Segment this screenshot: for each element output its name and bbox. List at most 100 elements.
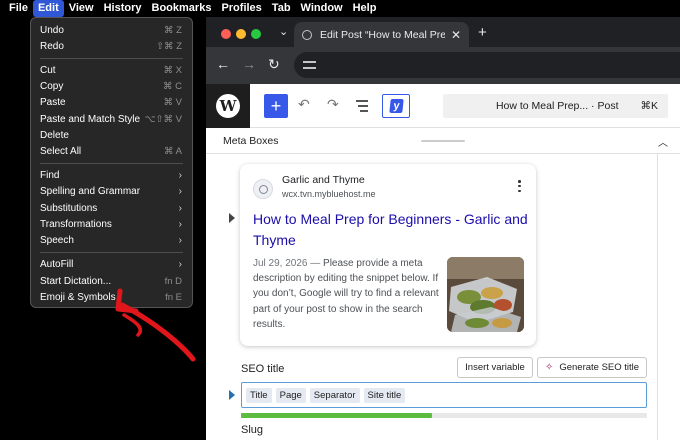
window-minimize-button[interactable] xyxy=(236,29,246,39)
seo-title-input[interactable]: Title Page Separator Site title xyxy=(241,382,647,408)
chevron-right-icon: › xyxy=(178,259,182,271)
yoast-panel: Garlic and Thyme wcx.tvn.mybluehost.me H… xyxy=(206,154,680,440)
window-close-button[interactable] xyxy=(221,29,231,39)
menu-item-shortcut: ⇧⌘ Z xyxy=(156,40,182,52)
meta-boxes-label: Meta Boxes xyxy=(223,135,279,147)
generate-seo-title-button[interactable]: ✧ Generate SEO title xyxy=(537,357,647,378)
input-pointer-icon xyxy=(229,390,235,400)
menu-separator xyxy=(40,163,183,165)
menu-item-shortcut: ⌘ C xyxy=(163,81,182,93)
undo-button[interactable]: ↶ xyxy=(298,96,310,113)
menu-item-label: Paste and Match Style xyxy=(40,113,141,125)
preview-thumbnail-image xyxy=(447,257,524,332)
variable-pill[interactable]: Title xyxy=(246,387,272,403)
preview-date: Jul 29, 2026 — xyxy=(253,258,321,269)
menu-item-spelling-and-grammar[interactable]: Spelling and Grammar › xyxy=(31,184,192,200)
reload-button[interactable]: ↻ xyxy=(268,56,280,73)
variable-pill[interactable]: Separator xyxy=(309,387,360,403)
menu-item-label: Select All xyxy=(40,146,82,157)
chevron-right-icon: › xyxy=(178,186,182,198)
menu-item-label: Copy xyxy=(40,81,64,93)
wordpress-logo-button[interactable]: W xyxy=(206,84,250,128)
menu-item-label: Delete xyxy=(40,129,69,141)
variable-pill[interactable]: Page xyxy=(275,387,306,403)
browser-tab[interactable]: Edit Post “How to Meal Prep fo ✕ xyxy=(294,22,469,47)
menu-item-undo[interactable]: Undo ⌘ Z xyxy=(31,22,192,38)
menu-item-transformations[interactable]: Transformations › xyxy=(31,216,192,232)
menu-item-delete[interactable]: Delete xyxy=(31,127,192,143)
editor-toolbar: W + ↶ ↷ y How to Meal Prep... · Post ⌘K xyxy=(206,84,680,128)
resize-handle[interactable] xyxy=(421,140,465,142)
forward-button[interactable]: → xyxy=(242,56,256,72)
site-settings-icon[interactable] xyxy=(303,59,316,71)
menu-item-label: Transformations xyxy=(40,218,112,230)
chevron-right-icon: › xyxy=(178,202,182,214)
menu-item-substitutions[interactable]: Substitutions › xyxy=(31,200,192,216)
menu-item-label: Cut xyxy=(40,65,56,77)
command-title: How to Meal Prep... · Post xyxy=(495,100,619,112)
address-bar[interactable] xyxy=(294,52,680,78)
menu-item-copy[interactable]: Copy ⌘ C xyxy=(31,79,192,95)
menu-item-label: Find xyxy=(40,170,60,182)
menu-item-label: Redo xyxy=(40,40,64,52)
sparkle-icon: ✧ xyxy=(544,362,554,373)
menubar-item-view[interactable]: View xyxy=(64,0,99,17)
menu-item-shortcut: ⌥⇧⌘ V xyxy=(144,113,182,125)
menu-item-label: Paste xyxy=(40,97,66,109)
preview-site-name: Garlic and Thyme xyxy=(282,174,365,186)
chevron-right-icon: › xyxy=(178,218,182,230)
menu-item-find[interactable]: Find › xyxy=(31,168,192,184)
preview-site-url: wcx.tvn.mybluehost.me xyxy=(282,189,376,199)
menubar-item-bookmarks[interactable]: Bookmarks xyxy=(147,0,217,17)
expand-arrow-icon[interactable] xyxy=(229,213,235,223)
menubar-item-history[interactable]: History xyxy=(99,0,147,17)
variable-pill[interactable]: Site title xyxy=(363,387,406,403)
divider xyxy=(657,154,658,440)
menubar-item-file[interactable]: File xyxy=(4,0,33,17)
document-overview-icon[interactable] xyxy=(356,100,370,112)
menu-separator xyxy=(40,57,183,59)
menubar-item-tab[interactable]: Tab xyxy=(267,0,296,17)
window-zoom-button[interactable] xyxy=(251,29,261,39)
progress-fill xyxy=(241,413,432,418)
menu-item-shortcut: ⌘ Z xyxy=(164,24,182,36)
new-tab-button[interactable]: + xyxy=(478,24,487,41)
menu-item-redo[interactable]: Redo ⇧⌘ Z xyxy=(31,38,192,54)
google-preview-card: Garlic and Thyme wcx.tvn.mybluehost.me H… xyxy=(240,164,536,346)
browser-toolbar: ← → ↻ xyxy=(206,47,680,84)
menu-item-speech[interactable]: Speech › xyxy=(31,232,192,248)
site-favicon-icon xyxy=(253,179,273,199)
add-block-button[interactable]: + xyxy=(264,94,288,118)
menu-item-autofill[interactable]: AutoFill › xyxy=(31,257,192,273)
menubar-item-window[interactable]: Window xyxy=(296,0,348,17)
tab-search-chevron-icon[interactable]: ⌄ xyxy=(279,25,288,38)
collapse-caret-icon[interactable]: ︿ xyxy=(658,134,668,149)
menu-item-paste-and-match-style[interactable]: Paste and Match Style ⌥⇧⌘ V xyxy=(31,111,192,127)
back-button[interactable]: ← xyxy=(216,56,230,72)
redo-button[interactable]: ↷ xyxy=(327,96,339,113)
preview-title[interactable]: How to Meal Prep for Beginners - Garlic … xyxy=(253,209,529,251)
more-options-icon[interactable] xyxy=(518,180,521,192)
menu-item-cut[interactable]: Cut ⌘ X xyxy=(31,62,192,78)
insert-variable-button[interactable]: Insert variable xyxy=(457,357,533,378)
menu-separator xyxy=(40,252,183,254)
menubar-item-edit[interactable]: Edit xyxy=(32,0,64,17)
menu-item-shortcut: ⌘ X xyxy=(163,65,182,77)
command-shortcut: ⌘K xyxy=(640,100,658,112)
menu-item-select-all[interactable]: Select All ⌘ A xyxy=(31,143,192,159)
globe-icon xyxy=(302,29,312,40)
slug-label: Slug xyxy=(241,424,264,436)
chevron-right-icon: › xyxy=(178,235,182,247)
command-palette-button[interactable]: How to Meal Prep... · Post ⌘K xyxy=(443,94,668,118)
menubar-item-help[interactable]: Help xyxy=(348,0,382,17)
menubar-item-profiles[interactable]: Profiles xyxy=(216,0,266,17)
menu-item-label: Emoji & Symbols xyxy=(40,291,116,303)
yoast-seo-button[interactable]: y xyxy=(382,94,410,118)
seo-title-progress-bar xyxy=(241,413,647,418)
yoast-icon: y xyxy=(388,99,404,113)
menu-item-paste[interactable]: Paste ⌘ V xyxy=(31,95,192,111)
meta-boxes-header: Meta Boxes ︿ xyxy=(206,128,680,154)
close-tab-icon[interactable]: ✕ xyxy=(451,28,461,42)
menu-item-shortcut: ⌘ V xyxy=(163,97,182,109)
edit-menu-dropdown: Undo ⌘ Z Redo ⇧⌘ Z Cut ⌘ X Copy ⌘ C Paste ⌘ V Past… xyxy=(30,17,193,308)
